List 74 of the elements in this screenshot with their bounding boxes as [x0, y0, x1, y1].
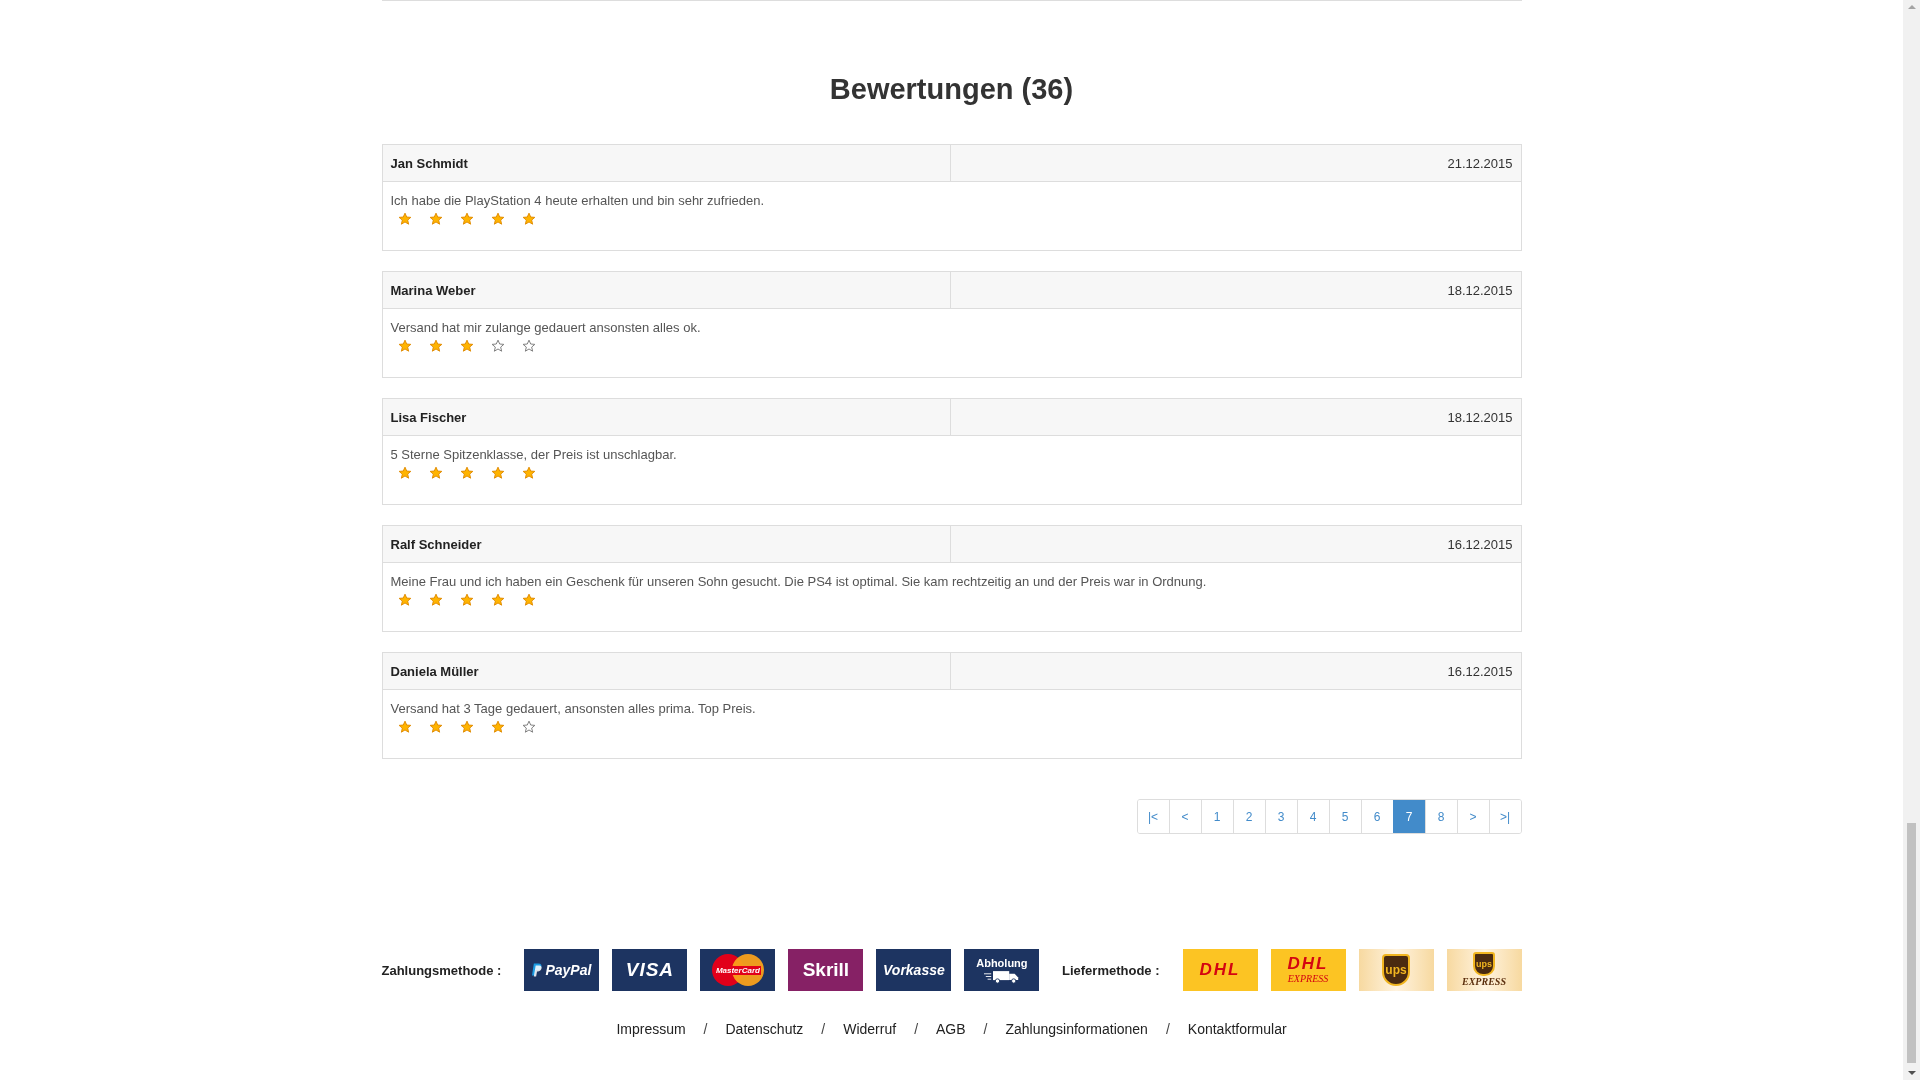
star-filled-icon: [459, 339, 474, 353]
payment-methods-label: Zahlungsmethode :: [381, 962, 502, 978]
review-date: 21.12.2015: [1447, 155, 1513, 171]
link-separator: /: [914, 1021, 918, 1037]
logo-subtext: EXPRESS: [1462, 976, 1506, 988]
star-filled-icon: [428, 466, 443, 480]
logo-text: ups: [1385, 963, 1407, 977]
link-separator: /: [703, 1021, 708, 1037]
star-filled-icon: [521, 593, 536, 607]
review-text: 5 Sterne Spitzenklasse, der Preis ist unschlagbar.: [390, 446, 678, 464]
logo-text: MasterCard: [714, 965, 761, 975]
reviewer-name: Marina Weber: [390, 282, 476, 298]
reviewer-name: Daniela Müller: [390, 663, 479, 679]
reviewer-name: Jan Schmidt: [390, 155, 468, 171]
star-empty-icon: [521, 720, 536, 734]
star-filled-icon: [490, 466, 505, 480]
star-filled-icon: [428, 593, 443, 607]
logo-subtext: EXPRESS: [1287, 973, 1329, 985]
scroll-down-icon[interactable]: [1907, 1071, 1916, 1075]
star-filled-icon: [397, 339, 412, 353]
footer-link[interactable]: Zahlungsinformationen: [1005, 1021, 1148, 1037]
link-separator: /: [1165, 1021, 1170, 1037]
star-filled-icon: [490, 720, 505, 734]
review-text: Meine Frau und ich haben ein Geschenk für unseren Sohn gesucht. Die PS4 ist optimal. Sie kam rechtzeitig an und der Preis war in Ordnung.: [390, 573, 1208, 591]
footer-link[interactable]: Datenschutz: [725, 1021, 804, 1037]
star-filled-icon: [397, 212, 412, 226]
page-link[interactable]: 7: [1392, 800, 1425, 833]
logo-text: Abholung: [976, 956, 1028, 969]
star-filled-icon: [459, 466, 474, 480]
star-filled-icon: [521, 212, 536, 226]
section-heading: Bewertungen (36): [828, 72, 1075, 107]
link-separator: /: [821, 1021, 826, 1037]
scrollbar[interactable]: [1903, 0, 1920, 1080]
review-text: Versand hat mir zulange gedauert ansonsten alles ok.: [390, 319, 702, 337]
page-link[interactable]: >|: [1488, 800, 1521, 833]
footer-link[interactable]: AGB: [936, 1021, 966, 1037]
review-date: 18.12.2015: [1447, 409, 1513, 425]
logo-text: Vorkasse: [883, 962, 945, 978]
footer-link[interactable]: Impressum: [616, 1021, 686, 1037]
footer-link[interactable]: Kontaktformular: [1187, 1021, 1287, 1037]
star-filled-icon: [490, 593, 505, 607]
review-date: 16.12.2015: [1447, 536, 1513, 552]
logo-text: ups: [1476, 959, 1492, 969]
review-date: 16.12.2015: [1447, 663, 1513, 679]
logo-text: PayPal: [545, 962, 592, 978]
review-text: Versand hat 3 Tage gedauert, ansonsten alles prima. Top Preis.: [390, 700, 757, 718]
star-empty-icon: [490, 339, 505, 353]
star-filled-icon: [428, 339, 443, 353]
link-separator: /: [983, 1021, 988, 1037]
star-filled-icon: [459, 212, 474, 226]
truck-icon: [983, 968, 1020, 984]
logo-text: Skrill: [802, 959, 850, 981]
p-mark-icon: [532, 962, 544, 978]
star-filled-icon: [490, 212, 505, 226]
logo-text: DHL: [1199, 961, 1241, 979]
scroll-up-icon[interactable]: [1907, 5, 1916, 9]
scrollbar-thumb[interactable]: [1907, 823, 1916, 1063]
star-filled-icon: [397, 593, 412, 607]
star-empty-icon: [521, 339, 536, 353]
star-filled-icon: [521, 466, 536, 480]
footer-link[interactable]: Widerruf: [843, 1021, 897, 1037]
star-filled-icon: [397, 720, 412, 734]
reviewer-name: Ralf Schneider: [390, 536, 482, 552]
star-filled-icon: [397, 466, 412, 480]
star-filled-icon: [428, 212, 443, 226]
logo-text: DHL: [1287, 955, 1329, 973]
star-filled-icon: [428, 720, 443, 734]
review-date: 18.12.2015: [1447, 282, 1513, 298]
star-filled-icon: [459, 593, 474, 607]
review-text: Ich habe die PlayStation 4 heute erhalten und bin sehr zufrieden.: [390, 192, 766, 210]
reviewer-name: Lisa Fischer: [390, 409, 467, 425]
star-filled-icon: [459, 720, 474, 734]
logo-text: VISA: [625, 959, 675, 981]
shipping-methods-label: Liefermethode :: [1062, 962, 1160, 978]
